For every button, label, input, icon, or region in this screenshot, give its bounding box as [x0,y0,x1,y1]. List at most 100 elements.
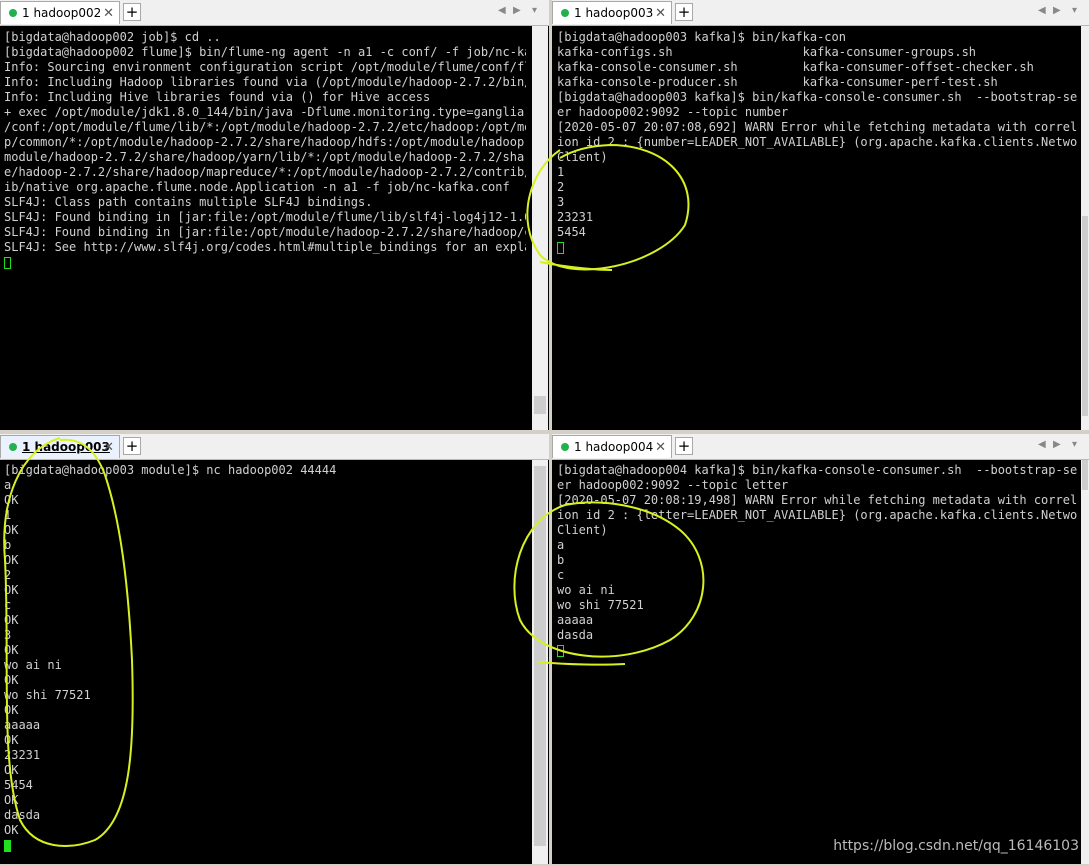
terminal-line: [bigdata@hadoop004 kafka]$ bin/kafka-con… [557,463,1077,477]
tabbar-bottom-left: 1 hadoop003 ✕ + [0,434,549,460]
terminal-line: dasda [4,808,41,822]
terminal-line: ion id 2 : {number=LEADER_NOT_AVAILABLE}… [557,135,1077,149]
tab-list-icon[interactable]: ▾ [1072,439,1077,450]
terminal-line: SLF4J: Found binding in [jar:file:/opt/m… [4,210,526,224]
terminal-line: Info: Including Hive libraries found via… [4,90,431,104]
terminal-line: er hadoop002:9092 --topic letter [557,478,789,492]
close-icon[interactable]: ✕ [103,6,114,21]
terminal-line: [bigdata@hadoop003 kafka]$ bin/kafka-con [557,30,846,44]
terminal-line: [bigdata@hadoop002 job]$ cd .. [4,30,221,44]
scrollbar[interactable] [532,460,548,864]
terminal-line: SLF4J: Found binding in [jar:file:/opt/m… [4,225,526,239]
tab-scroll-left-icon[interactable]: ◀ [1038,439,1046,450]
terminal-line: kafka-console-consumer.sh kafka-consumer… [557,60,1034,74]
tab-scroll-left-icon[interactable]: ◀ [1038,5,1046,16]
new-tab-button[interactable]: + [675,3,693,21]
new-tab-button[interactable]: + [123,437,141,455]
terminal-line: OK [4,493,19,507]
tab-hadoop003[interactable]: 1 hadoop003 ✕ [552,1,672,24]
terminal-line: 5454 [4,778,33,792]
connected-status-icon [9,9,17,17]
terminal-line: [bigdata@hadoop003 kafka]$ bin/kafka-con… [557,90,1077,104]
terminal-line: Client) [557,150,608,164]
terminal-line: b [4,538,12,552]
tab-hadoop002[interactable]: 1 hadoop002 ✕ [0,1,120,24]
tab-scroll-right-icon[interactable]: ▶ [513,5,521,16]
terminal-line: 5454 [557,225,586,239]
terminal-output: [bigdata@hadoop002 job]$ cd .. [bigdata@h… [4,30,526,270]
tab-hadoop003-active[interactable]: 1 hadoop003 ✕ [0,435,120,458]
tabbar-top-right: 1 hadoop003 ✕ + ◀ ▶ ▾ [552,0,1089,26]
terminal-line: p/common/*:/opt/module/hadoop-2.7.2/shar… [4,135,526,149]
terminal-line: wo shi 77521 [557,598,644,612]
new-tab-button[interactable]: + [675,437,693,455]
terminal-line: 2 [557,180,565,194]
terminal-line: 23231 [557,210,594,224]
terminal-cursor [557,644,564,657]
terminal-line: b [557,553,565,567]
terminal-line: 1 [4,508,12,522]
tab-scroll-right-icon[interactable]: ▶ [1053,439,1061,450]
terminal-pane-hadoop003-nc[interactable]: [bigdata@hadoop003 module]$ nc hadoop002… [0,460,549,864]
terminal-line: Info: Sourcing environment configuration… [4,60,526,74]
terminal-line: Client) [557,523,608,537]
scrollbar-thumb[interactable] [1082,460,1088,490]
terminal-line: OK [4,523,19,537]
terminal-line: 23231 [4,748,41,762]
terminal-line: aaaaa [557,613,594,627]
close-icon[interactable]: ✕ [655,440,666,455]
terminal-line: Info: Including Hadoop libraries found v… [4,75,526,89]
terminal-cursor [4,256,11,269]
terminal-line: OK [4,793,19,807]
scrollbar-thumb[interactable] [534,396,546,414]
terminal-line: 3 [4,628,12,642]
terminal-pane-hadoop002[interactable]: [bigdata@hadoop002 job]$ cd .. [bigdata@h… [0,26,549,430]
terminal-line: /conf:/opt/module/flume/lib/*:/opt/modul… [4,120,526,134]
tab-scroll-left-icon[interactable]: ◀ [498,5,506,16]
terminal-line: c [4,598,12,612]
connected-status-icon [9,443,17,451]
close-icon[interactable]: ✕ [655,6,666,21]
terminal-line: c [557,568,565,582]
terminal-line: kafka-configs.sh kafka-consumer-groups.s… [557,45,977,59]
terminal-output: [bigdata@hadoop003 module]$ nc hadoop002… [4,463,526,853]
connected-status-icon [561,443,569,451]
new-tab-button[interactable]: + [123,3,141,21]
tabbar-top-left: 1 hadoop002 ✕ + ◀ ▶ ▾ [0,0,549,26]
terminal-line: [2020-05-07 20:08:19,498] WARN Error whi… [557,493,1077,507]
terminal-line: a [557,538,565,552]
scrollbar-thumb[interactable] [534,466,546,846]
terminal-line: OK [4,613,19,627]
terminal-line: [bigdata@hadoop002 flume]$ bin/flume-ng … [4,45,526,59]
terminal-line: wo shi 77521 [4,688,91,702]
terminal-line: wo ai ni [4,658,62,672]
terminal-line: OK [4,763,19,777]
tab-label: 1 hadoop002 [22,6,102,20]
connected-status-icon [561,9,569,17]
tab-hadoop004[interactable]: 1 hadoop004 ✕ [552,435,672,458]
terminal-line: OK [4,553,19,567]
terminal-cursor [557,241,564,254]
terminal-line: aaaaa [4,718,41,732]
tab-label: 1 hadoop004 [574,440,654,454]
terminal-line: [2020-05-07 20:07:08,692] WARN Error whi… [557,120,1077,134]
terminal-line: 1 [557,165,565,179]
terminal-line: SLF4J: Class path contains multiple SLF4… [4,195,373,209]
terminal-pane-hadoop003-consumer[interactable]: [bigdata@hadoop003 kafka]$ bin/kafka-con… [552,26,1089,430]
scrollbar[interactable] [532,26,548,430]
terminal-line: a [4,478,12,492]
terminal-line: dasda [557,628,594,642]
tab-list-icon[interactable]: ▾ [1072,5,1077,16]
terminal-line: kafka-console-producer.sh kafka-consumer… [557,75,998,89]
scrollbar[interactable] [1081,460,1089,864]
terminal-line: + exec /opt/module/jdk1.8.0_144/bin/java… [4,105,526,119]
tab-label: 1 hadoop003 [574,6,654,20]
scrollbar[interactable] [1081,26,1089,430]
terminal-line: 2 [4,568,12,582]
scrollbar-thumb[interactable] [1082,216,1088,416]
tab-list-icon[interactable]: ▾ [532,5,537,16]
terminal-pane-hadoop004-consumer[interactable]: [bigdata@hadoop004 kafka]$ bin/kafka-con… [552,460,1089,864]
close-icon[interactable]: ✕ [103,440,114,455]
tab-scroll-right-icon[interactable]: ▶ [1053,5,1061,16]
terminal-line: [bigdata@hadoop003 module]$ nc hadoop002… [4,463,337,477]
